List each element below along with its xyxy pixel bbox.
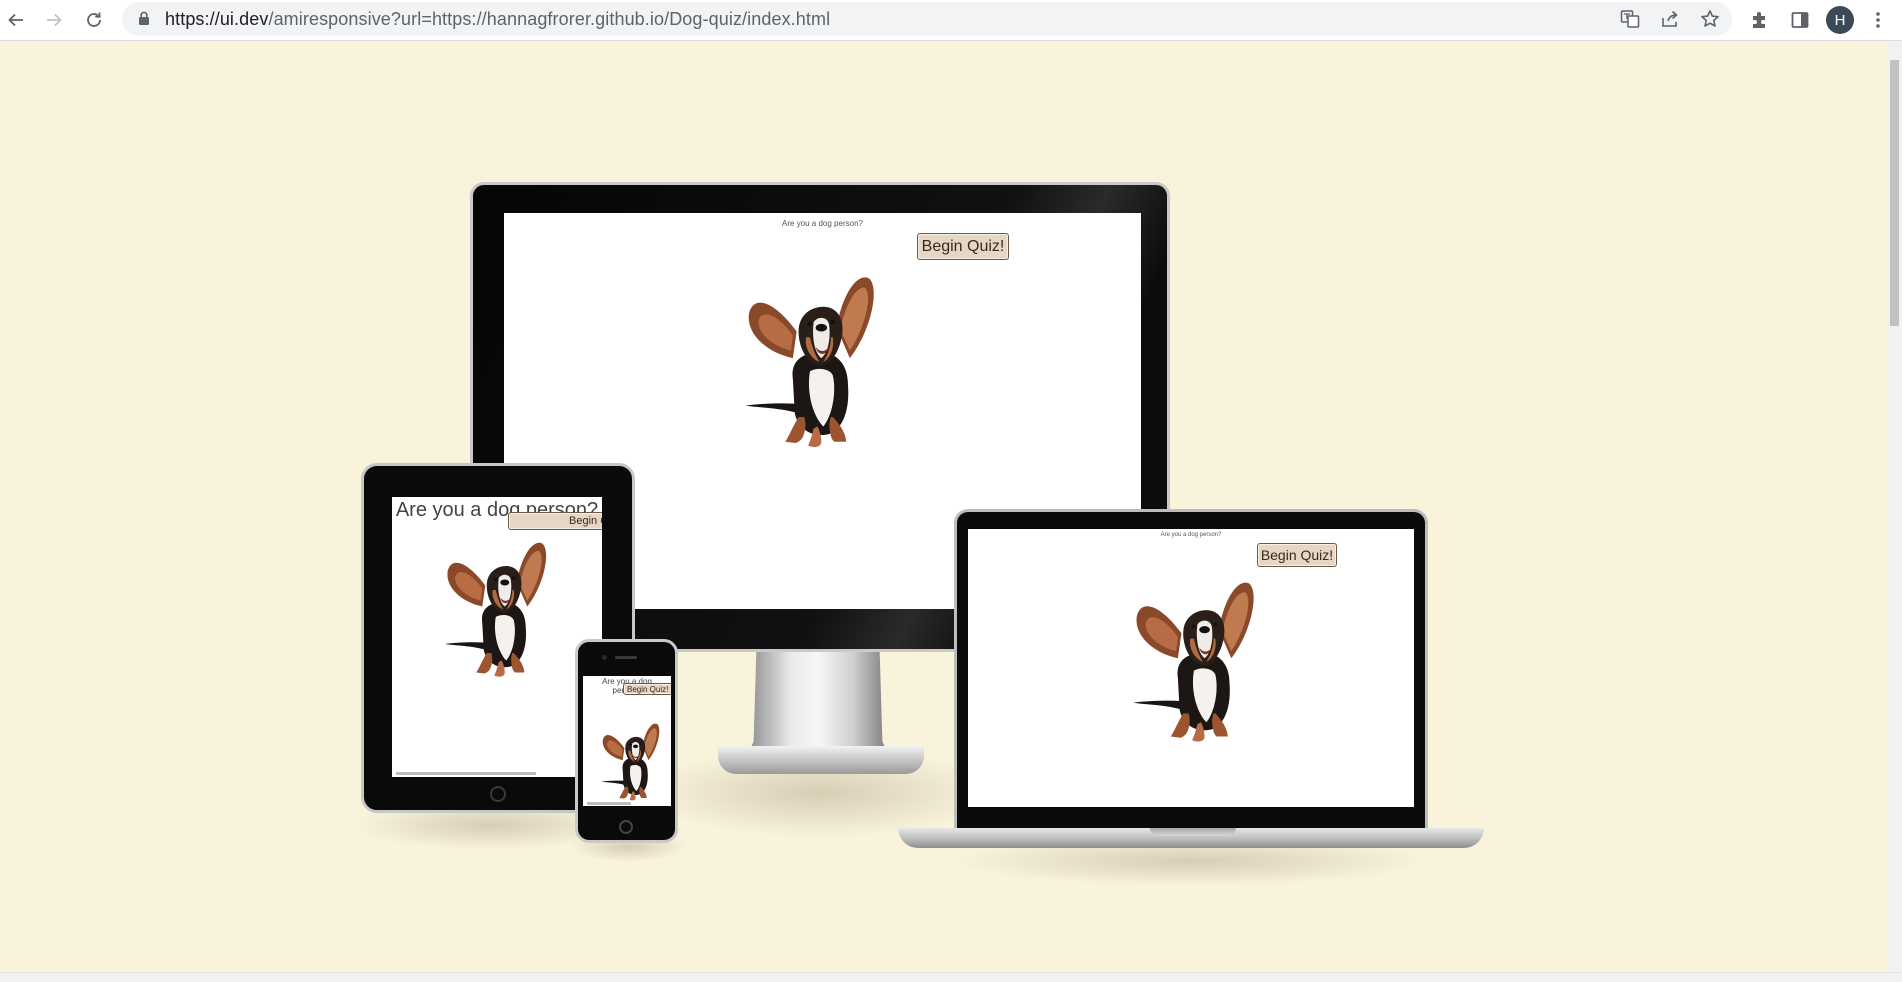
back-icon — [8, 13, 23, 27]
monitor-base — [718, 746, 924, 774]
avatar: H — [1826, 6, 1854, 34]
profile-button[interactable]: H — [1824, 4, 1856, 36]
menu-button[interactable] — [1862, 4, 1894, 36]
desktop-dog-image — [745, 277, 874, 448]
url-host: https://ui.dev — [165, 9, 269, 29]
translate-icon — [1620, 10, 1640, 28]
phone-speaker — [615, 656, 637, 659]
url-text: https://ui.dev/amiresponsive?url=https:/… — [165, 9, 830, 30]
back-button[interactable] — [0, 4, 32, 36]
forward-icon — [47, 13, 62, 27]
phone-home-button — [619, 820, 633, 834]
page-scrollbar[interactable] — [1887, 42, 1902, 972]
address-bar[interactable]: https://ui.dev/amiresponsive?url=https:/… — [122, 2, 1732, 36]
lock-icon — [139, 11, 149, 25]
share-button[interactable] — [1658, 7, 1682, 31]
laptop-notch — [1150, 828, 1236, 836]
laptop-site-title: Are you a dog person? — [1160, 532, 1222, 538]
laptop-begin-quiz-button[interactable]: Begin Quiz! — [1257, 543, 1337, 567]
page-horizontal-scrollbar[interactable] — [0, 972, 1902, 982]
extensions-button[interactable] — [1744, 4, 1776, 36]
menu-icon — [1876, 12, 1880, 28]
side-panel-button[interactable] — [1784, 4, 1816, 36]
desktop-site-title: Are you a dog person? — [782, 219, 863, 228]
reload-icon — [87, 12, 101, 27]
tablet-scrollbar — [396, 772, 536, 775]
translate-button[interactable] — [1618, 7, 1642, 31]
extensions-icon — [1753, 12, 1765, 28]
star-icon — [1701, 10, 1719, 27]
reload-button[interactable] — [78, 4, 110, 36]
forward-button[interactable] — [38, 4, 70, 36]
desktop-begin-quiz-button[interactable]: Begin Quiz! — [917, 233, 1009, 260]
bookmark-button[interactable] — [1698, 7, 1722, 31]
tablet-screen: Are you a dog person? Begin Quiz! — [392, 497, 602, 777]
phone-begin-quiz-button[interactable]: Begin Quiz! — [623, 683, 671, 695]
phone-screen: Are you a dog person? Begin Quiz! — [583, 676, 671, 806]
laptop-dog-image — [1133, 582, 1254, 742]
page-scrollbar-thumb[interactable] — [1890, 60, 1899, 326]
monitor-stand — [748, 650, 888, 754]
laptop-screen: Are you a dog person? Begin Quiz! — [968, 529, 1414, 807]
side-panel-icon — [1791, 12, 1809, 28]
tablet-home-button — [490, 786, 506, 802]
phone-dog-image — [601, 723, 660, 801]
phone-scrollbar — [587, 802, 631, 805]
phone-camera — [602, 655, 607, 660]
browser-toolbar: https://ui.dev/amiresponsive?url=https:/… — [0, 0, 1902, 41]
url-path: /amiresponsive?url=https://hannagfrorer.… — [268, 9, 831, 29]
tablet-begin-quiz-button[interactable]: Begin Quiz! — [508, 512, 602, 530]
tablet-dog-image — [444, 542, 547, 677]
share-icon — [1662, 10, 1678, 27]
